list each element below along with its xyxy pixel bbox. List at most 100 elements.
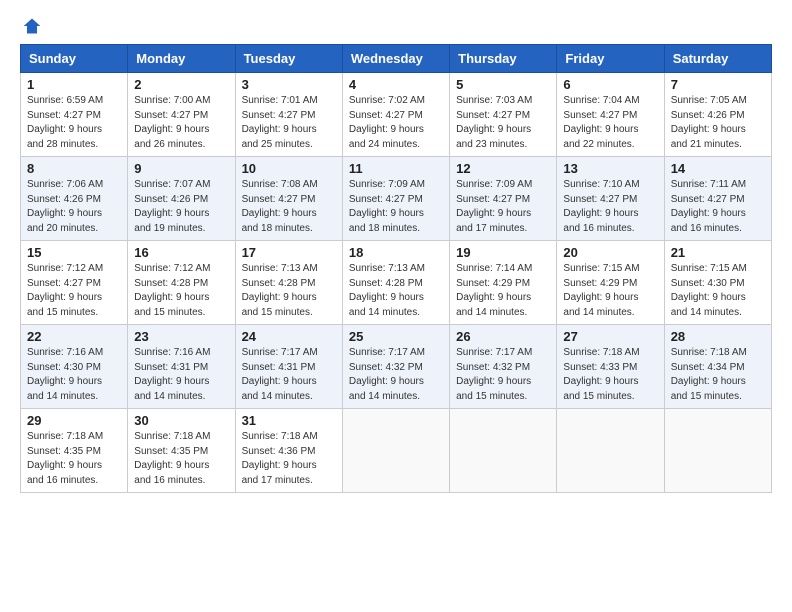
day-number: 17 [242,245,336,260]
calendar-header-thursday: Thursday [450,45,557,73]
day-info: Sunrise: 7:13 AMSunset: 4:28 PMDaylight:… [242,263,318,318]
day-number: 23 [134,329,228,344]
day-number: 25 [349,329,443,344]
day-info: Sunrise: 7:08 AMSunset: 4:27 PMDaylight:… [242,179,318,234]
calendar-cell: 17 Sunrise: 7:13 AMSunset: 4:28 PMDaylig… [235,241,342,325]
day-number: 8 [27,161,121,176]
day-number: 2 [134,77,228,92]
day-info: Sunrise: 7:18 AMSunset: 4:33 PMDaylight:… [563,347,639,402]
day-info: Sunrise: 7:15 AMSunset: 4:30 PMDaylight:… [671,263,747,318]
day-info: Sunrise: 7:16 AMSunset: 4:31 PMDaylight:… [134,347,210,402]
day-info: Sunrise: 7:11 AMSunset: 4:27 PMDaylight:… [671,179,746,234]
calendar-cell: 10 Sunrise: 7:08 AMSunset: 4:27 PMDaylig… [235,157,342,241]
calendar-cell: 9 Sunrise: 7:07 AMSunset: 4:26 PMDayligh… [128,157,235,241]
day-info: Sunrise: 7:07 AMSunset: 4:26 PMDaylight:… [134,179,210,234]
day-number: 12 [456,161,550,176]
calendar-cell: 2 Sunrise: 7:00 AMSunset: 4:27 PMDayligh… [128,73,235,157]
calendar-week-row: 8 Sunrise: 7:06 AMSunset: 4:26 PMDayligh… [21,157,772,241]
calendar-cell: 29 Sunrise: 7:18 AMSunset: 4:35 PMDaylig… [21,409,128,493]
day-info: Sunrise: 7:17 AMSunset: 4:32 PMDaylight:… [456,347,532,402]
day-info: Sunrise: 7:02 AMSunset: 4:27 PMDaylight:… [349,95,425,150]
calendar-cell [342,409,449,493]
day-info: Sunrise: 7:17 AMSunset: 4:31 PMDaylight:… [242,347,318,402]
day-number: 6 [563,77,657,92]
day-info: Sunrise: 7:01 AMSunset: 4:27 PMDaylight:… [242,95,318,150]
day-info: Sunrise: 7:18 AMSunset: 4:35 PMDaylight:… [134,431,210,486]
calendar-header-row: SundayMondayTuesdayWednesdayThursdayFrid… [21,45,772,73]
day-info: Sunrise: 7:13 AMSunset: 4:28 PMDaylight:… [349,263,425,318]
day-info: Sunrise: 7:16 AMSunset: 4:30 PMDaylight:… [27,347,103,402]
calendar-cell: 19 Sunrise: 7:14 AMSunset: 4:29 PMDaylig… [450,241,557,325]
day-number: 18 [349,245,443,260]
calendar-cell: 5 Sunrise: 7:03 AMSunset: 4:27 PMDayligh… [450,73,557,157]
calendar-cell: 22 Sunrise: 7:16 AMSunset: 4:30 PMDaylig… [21,325,128,409]
calendar-cell: 3 Sunrise: 7:01 AMSunset: 4:27 PMDayligh… [235,73,342,157]
day-number: 30 [134,413,228,428]
day-info: Sunrise: 7:18 AMSunset: 4:36 PMDaylight:… [242,431,318,486]
day-number: 15 [27,245,121,260]
day-info: Sunrise: 7:00 AMSunset: 4:27 PMDaylight:… [134,95,210,150]
calendar-week-row: 15 Sunrise: 7:12 AMSunset: 4:27 PMDaylig… [21,241,772,325]
calendar-week-row: 1 Sunrise: 6:59 AMSunset: 4:27 PMDayligh… [21,73,772,157]
day-number: 5 [456,77,550,92]
day-info: Sunrise: 7:18 AMSunset: 4:35 PMDaylight:… [27,431,103,486]
calendar-header-sunday: Sunday [21,45,128,73]
day-number: 31 [242,413,336,428]
day-info: Sunrise: 7:12 AMSunset: 4:27 PMDaylight:… [27,263,103,318]
calendar-cell: 23 Sunrise: 7:16 AMSunset: 4:31 PMDaylig… [128,325,235,409]
calendar-cell: 14 Sunrise: 7:11 AMSunset: 4:27 PMDaylig… [664,157,771,241]
logo-icon [22,16,42,36]
calendar-header-monday: Monday [128,45,235,73]
calendar-cell [557,409,664,493]
day-number: 1 [27,77,121,92]
day-number: 4 [349,77,443,92]
day-info: Sunrise: 6:59 AMSunset: 4:27 PMDaylight:… [27,95,103,150]
day-number: 10 [242,161,336,176]
calendar-cell: 21 Sunrise: 7:15 AMSunset: 4:30 PMDaylig… [664,241,771,325]
calendar-cell: 15 Sunrise: 7:12 AMSunset: 4:27 PMDaylig… [21,241,128,325]
day-number: 26 [456,329,550,344]
calendar-cell: 16 Sunrise: 7:12 AMSunset: 4:28 PMDaylig… [128,241,235,325]
calendar-cell: 12 Sunrise: 7:09 AMSunset: 4:27 PMDaylig… [450,157,557,241]
day-info: Sunrise: 7:04 AMSunset: 4:27 PMDaylight:… [563,95,639,150]
day-info: Sunrise: 7:17 AMSunset: 4:32 PMDaylight:… [349,347,425,402]
day-number: 7 [671,77,765,92]
calendar-week-row: 29 Sunrise: 7:18 AMSunset: 4:35 PMDaylig… [21,409,772,493]
day-info: Sunrise: 7:03 AMSunset: 4:27 PMDaylight:… [456,95,532,150]
calendar-cell: 28 Sunrise: 7:18 AMSunset: 4:34 PMDaylig… [664,325,771,409]
day-info: Sunrise: 7:09 AMSunset: 4:27 PMDaylight:… [349,179,425,234]
calendar-header-saturday: Saturday [664,45,771,73]
day-info: Sunrise: 7:14 AMSunset: 4:29 PMDaylight:… [456,263,532,318]
day-info: Sunrise: 7:05 AMSunset: 4:26 PMDaylight:… [671,95,747,150]
calendar-cell: 18 Sunrise: 7:13 AMSunset: 4:28 PMDaylig… [342,241,449,325]
calendar-cell: 4 Sunrise: 7:02 AMSunset: 4:27 PMDayligh… [342,73,449,157]
calendar-cell: 7 Sunrise: 7:05 AMSunset: 4:26 PMDayligh… [664,73,771,157]
calendar-cell: 20 Sunrise: 7:15 AMSunset: 4:29 PMDaylig… [557,241,664,325]
day-number: 28 [671,329,765,344]
day-number: 29 [27,413,121,428]
calendar-week-row: 22 Sunrise: 7:16 AMSunset: 4:30 PMDaylig… [21,325,772,409]
day-info: Sunrise: 7:18 AMSunset: 4:34 PMDaylight:… [671,347,747,402]
day-number: 9 [134,161,228,176]
calendar-cell: 25 Sunrise: 7:17 AMSunset: 4:32 PMDaylig… [342,325,449,409]
day-number: 14 [671,161,765,176]
calendar-cell: 6 Sunrise: 7:04 AMSunset: 4:27 PMDayligh… [557,73,664,157]
calendar-cell [664,409,771,493]
day-number: 13 [563,161,657,176]
logo [20,16,42,36]
day-number: 21 [671,245,765,260]
day-number: 3 [242,77,336,92]
calendar-cell: 26 Sunrise: 7:17 AMSunset: 4:32 PMDaylig… [450,325,557,409]
calendar-cell: 8 Sunrise: 7:06 AMSunset: 4:26 PMDayligh… [21,157,128,241]
day-number: 19 [456,245,550,260]
calendar-cell: 13 Sunrise: 7:10 AMSunset: 4:27 PMDaylig… [557,157,664,241]
day-number: 16 [134,245,228,260]
calendar-header-friday: Friday [557,45,664,73]
day-info: Sunrise: 7:15 AMSunset: 4:29 PMDaylight:… [563,263,639,318]
day-info: Sunrise: 7:06 AMSunset: 4:26 PMDaylight:… [27,179,103,234]
day-number: 24 [242,329,336,344]
day-info: Sunrise: 7:10 AMSunset: 4:27 PMDaylight:… [563,179,639,234]
day-number: 22 [27,329,121,344]
calendar-cell: 24 Sunrise: 7:17 AMSunset: 4:31 PMDaylig… [235,325,342,409]
day-info: Sunrise: 7:09 AMSunset: 4:27 PMDaylight:… [456,179,532,234]
